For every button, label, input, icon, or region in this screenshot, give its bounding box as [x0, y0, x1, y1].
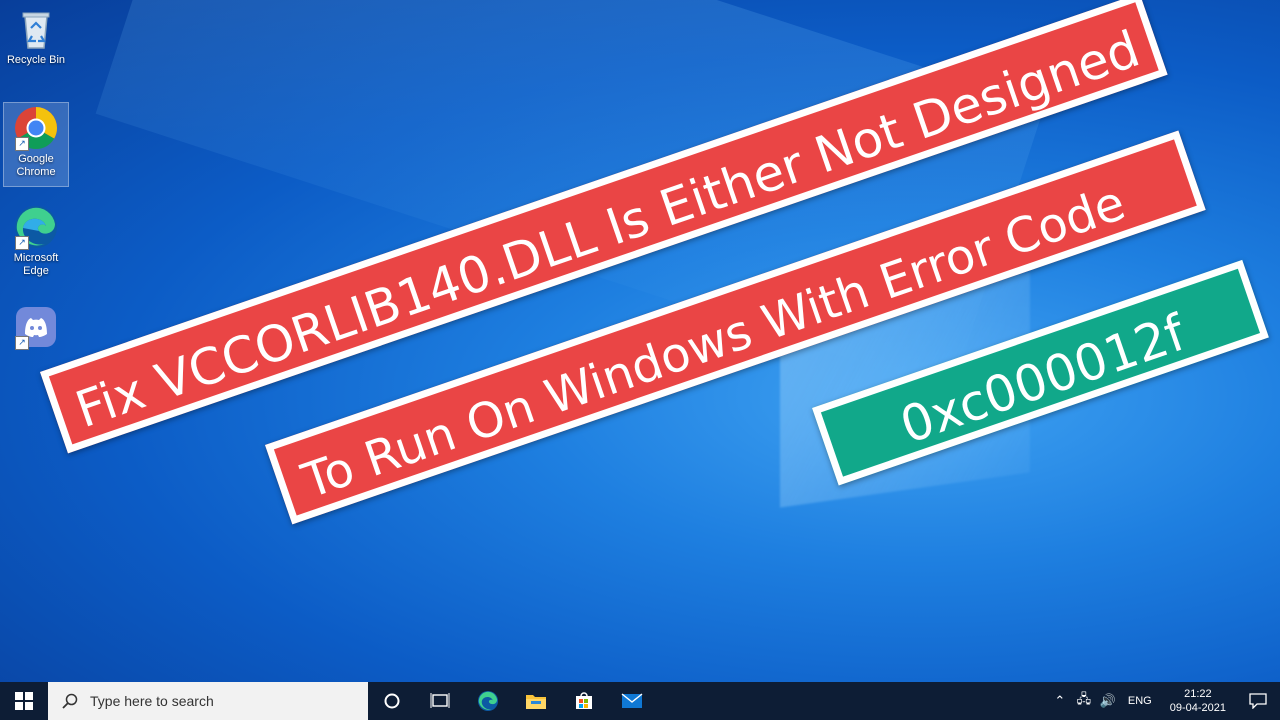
show-hidden-icons-chevron-icon[interactable]: ⌃	[1048, 693, 1072, 709]
mail-icon	[621, 693, 643, 708]
recycle-bin-icon	[13, 6, 59, 52]
edge-icon: ↗	[13, 204, 59, 250]
desktop-icon-label: Microsoft Edge	[13, 252, 59, 277]
taskbar: ⌃ 🖧 🔊 ENG 21:22 09-04-2021	[0, 682, 1280, 720]
task-view-icon	[430, 693, 450, 708]
start-button[interactable]	[0, 682, 48, 720]
notification-icon	[1249, 693, 1267, 709]
desktop-icon-google-chrome[interactable]: ↗ Google Chrome	[3, 102, 69, 187]
input-language-indicator[interactable]: ENG	[1120, 695, 1160, 707]
taskbar-store-button[interactable]	[560, 682, 608, 720]
chrome-icon: ↗	[13, 105, 59, 151]
search-icon	[62, 693, 78, 709]
cortana-button[interactable]	[368, 682, 416, 720]
shortcut-arrow-icon: ↗	[15, 137, 29, 151]
network-icon[interactable]: 🖧	[1072, 690, 1096, 712]
taskbar-mail-button[interactable]	[608, 682, 656, 720]
shortcut-arrow-icon: ↗	[15, 236, 29, 250]
file-explorer-icon	[526, 695, 546, 709]
action-center-button[interactable]	[1236, 682, 1280, 720]
taskbar-file-explorer-button[interactable]	[512, 682, 560, 720]
edge-icon	[477, 690, 499, 712]
volume-icon[interactable]: 🔊	[1096, 693, 1120, 709]
system-tray: ⌃ 🖧 🔊 ENG 21:22 09-04-2021	[1048, 682, 1280, 720]
task-view-button[interactable]	[416, 682, 464, 720]
desktop-icon-discord[interactable]: ↗	[4, 302, 68, 352]
search-input[interactable]	[88, 692, 352, 710]
windows-logo-icon	[15, 692, 33, 710]
clock-time: 21:22	[1184, 688, 1212, 700]
taskbar-edge-button[interactable]	[464, 682, 512, 720]
clock-date: 09-04-2021	[1169, 702, 1226, 714]
taskbar-search-box[interactable]	[48, 682, 368, 720]
desktop-icon-label: Recycle Bin	[6, 54, 66, 66]
clock[interactable]: 21:22 09-04-2021	[1160, 687, 1236, 715]
discord-icon: ↗	[13, 304, 59, 350]
store-icon	[576, 692, 592, 709]
desktop-icon-recycle-bin[interactable]: Recycle Bin	[4, 4, 68, 67]
shortcut-arrow-icon: ↗	[15, 336, 29, 350]
cortana-icon	[384, 693, 400, 709]
desktop: Recycle Bin ↗ Google Chrome ↗ Microsoft …	[0, 0, 1280, 682]
desktop-icon-microsoft-edge[interactable]: ↗ Microsoft Edge	[4, 202, 68, 278]
desktop-icon-label: Google Chrome	[16, 153, 56, 178]
